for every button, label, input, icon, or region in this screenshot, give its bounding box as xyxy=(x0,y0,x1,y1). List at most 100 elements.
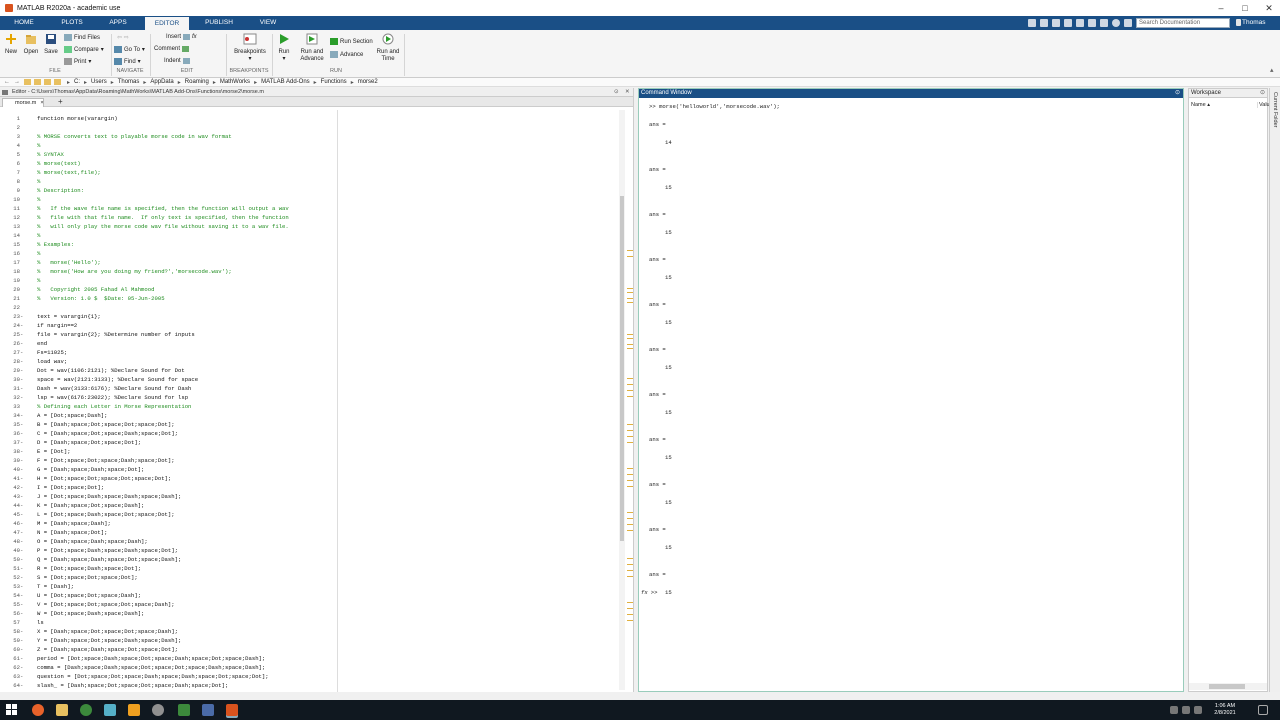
line-number[interactable]: 41 xyxy=(0,474,20,483)
line-number[interactable]: 11 xyxy=(0,204,20,213)
line-number[interactable]: 54 xyxy=(0,591,20,600)
breakpoint-marker[interactable]: - xyxy=(20,591,24,600)
code-line[interactable]: 11 % If the wave file name is specified, … xyxy=(0,204,620,213)
breakpoint-marker[interactable]: - xyxy=(20,537,24,546)
code-line[interactable]: 18 % morse('How are you doing my friend?'… xyxy=(0,267,620,276)
code-line[interactable]: 43- J = [Dot;space;Dash;space;Dash;space;… xyxy=(0,492,620,501)
quick-access-paste-icon[interactable] xyxy=(1064,19,1072,27)
panel-actions-icon[interactable]: ⊙ xyxy=(1260,89,1265,98)
analyzer-marker[interactable] xyxy=(627,292,633,293)
line-number[interactable]: 58 xyxy=(0,627,20,636)
up-folder-icon[interactable] xyxy=(24,79,31,85)
code-line[interactable]: 55- V = [Dot;space;Dot;space;Dot;space;Da… xyxy=(0,600,620,609)
line-number[interactable]: 61 xyxy=(0,654,20,663)
analyzer-marker[interactable] xyxy=(627,486,633,487)
breakpoint-marker[interactable]: - xyxy=(20,474,24,483)
fx-icon[interactable]: fx xyxy=(641,589,648,596)
code-line[interactable]: 35- B = [Dash;space;Dot;space;Dot;space;D… xyxy=(0,420,620,429)
community-icon[interactable] xyxy=(1124,19,1132,27)
code-line[interactable]: 6 % morse(text) xyxy=(0,159,620,168)
breakpoint-marker[interactable]: - xyxy=(20,663,24,672)
analyzer-marker[interactable] xyxy=(627,468,633,469)
goto-button[interactable]: Go To ▾ xyxy=(114,46,145,53)
line-number[interactable]: 24 xyxy=(0,321,20,330)
code-line[interactable]: 29- Dot = wav(1106:2121); %Declare Sound … xyxy=(0,366,620,375)
breakpoint-marker[interactable]: - xyxy=(20,672,24,681)
code-line[interactable]: 57 ls xyxy=(0,618,620,627)
line-number[interactable]: 34 xyxy=(0,411,20,420)
line-number[interactable]: 16 xyxy=(0,249,20,258)
analyzer-marker[interactable] xyxy=(627,608,633,609)
breakpoint-marker[interactable]: - xyxy=(20,384,24,393)
code-line[interactable]: 44- K = [Dash;space;Dot;space;Dash]; xyxy=(0,501,620,510)
line-number[interactable]: 44 xyxy=(0,501,20,510)
notification-bell-icon[interactable] xyxy=(1236,19,1241,26)
line-number[interactable]: 12 xyxy=(0,213,20,222)
code-line[interactable]: 62- comma = [Dash;space;Dash;space;Dot;sp… xyxy=(0,663,620,672)
line-number[interactable]: 38 xyxy=(0,447,20,456)
analyzer-marker[interactable] xyxy=(627,390,633,391)
analyzer-marker[interactable] xyxy=(627,384,633,385)
tab-publish[interactable]: PUBLISH xyxy=(200,16,238,30)
notifications-icon[interactable] xyxy=(1258,705,1268,715)
code-line[interactable]: 24- if nargin==2 xyxy=(0,321,620,330)
breakpoint-marker[interactable]: - xyxy=(20,366,24,375)
tab-home[interactable]: HOME xyxy=(8,16,40,30)
line-number[interactable]: 19 xyxy=(0,276,20,285)
network-icon[interactable] xyxy=(1182,706,1190,714)
line-number[interactable]: 48 xyxy=(0,537,20,546)
code-line[interactable]: 13 % will only play the morse code wav fi… xyxy=(0,222,620,231)
tab-editor[interactable]: EDITOR xyxy=(145,17,189,30)
breakpoint-marker[interactable]: - xyxy=(20,501,24,510)
code-line[interactable]: 5 % SYNTAX xyxy=(0,150,620,159)
editor-scrollbar-thumb[interactable] xyxy=(620,196,624,541)
code-line[interactable]: 41- H = [Dot;space;Dot;space;Dot;space;Do… xyxy=(0,474,620,483)
breadcrumb-item[interactable]: Users xyxy=(91,79,107,85)
line-number[interactable]: 45 xyxy=(0,510,20,519)
find-button[interactable]: Find ▾ xyxy=(114,58,141,65)
code-line[interactable]: 3 % MORSE converts text to playable morse… xyxy=(0,132,620,141)
code-line[interactable]: 32- lsp = wav(6176:23022); %Declare Sound… xyxy=(0,393,620,402)
analyzer-marker[interactable] xyxy=(627,558,633,559)
workspace-name-column[interactable]: Name ▴ xyxy=(1191,102,1210,108)
panel-actions-icon[interactable]: ⊙ xyxy=(614,88,619,97)
analyzer-marker[interactable] xyxy=(627,480,633,481)
breakpoint-marker[interactable]: - xyxy=(20,348,24,357)
compare-button[interactable]: Compare ▾ xyxy=(64,46,104,53)
line-number[interactable]: 23 xyxy=(0,312,20,321)
code-line[interactable]: 26- end xyxy=(0,339,620,348)
line-number[interactable]: 7 xyxy=(0,168,20,177)
analyzer-marker[interactable] xyxy=(627,614,633,615)
breadcrumb-item[interactable]: MATLAB Add-Ons xyxy=(261,79,310,85)
line-number[interactable]: 30 xyxy=(0,375,20,384)
analyzer-marker[interactable] xyxy=(627,378,633,379)
breakpoint-marker[interactable]: - xyxy=(20,528,24,537)
workspace-panel[interactable]: Workspace ⊙ Name ▴ Valu xyxy=(1188,88,1270,692)
line-number[interactable]: 50 xyxy=(0,555,20,564)
code-line[interactable]: 28- load wav; xyxy=(0,357,620,366)
breakpoint-marker[interactable]: - xyxy=(20,339,24,348)
close-button[interactable]: ✕ xyxy=(1258,0,1280,16)
analyzer-marker[interactable] xyxy=(627,564,633,565)
breakpoint-marker[interactable]: - xyxy=(20,447,24,456)
current-folder-title[interactable]: Current Folder xyxy=(1272,92,1278,127)
indent-button[interactable]: Indent xyxy=(164,58,190,64)
line-number[interactable]: 60 xyxy=(0,645,20,654)
app-window-icon[interactable] xyxy=(202,704,214,716)
line-number[interactable]: 47 xyxy=(0,528,20,537)
breadcrumb-item[interactable]: C: xyxy=(74,79,80,85)
line-number[interactable]: 21 xyxy=(0,294,20,303)
line-number[interactable]: 31 xyxy=(0,384,20,393)
code-line[interactable]: 63- question = [Dot;space;Dot;space;Dash;… xyxy=(0,672,620,681)
quick-access-copy-icon[interactable] xyxy=(1052,19,1060,27)
code-line[interactable]: 56- W = [Dot;space;Dash;space;Dash]; xyxy=(0,609,620,618)
help-icon[interactable] xyxy=(1112,19,1120,27)
code-line[interactable]: 39- F = [Dot;space;Dot;space;Dash;space;D… xyxy=(0,456,620,465)
line-number[interactable]: 28 xyxy=(0,357,20,366)
quick-access-cut-icon[interactable] xyxy=(1040,19,1048,27)
code-line[interactable]: 30- space = wav(2121:3133); %Declare Soun… xyxy=(0,375,620,384)
breakpoints-button[interactable]: Breakpoints ▾ xyxy=(232,33,268,62)
code-line[interactable]: 54- U = [Dot;space;Dot;space;Dash]; xyxy=(0,591,620,600)
line-number[interactable]: 18 xyxy=(0,267,20,276)
breakpoint-marker[interactable]: - xyxy=(20,582,24,591)
